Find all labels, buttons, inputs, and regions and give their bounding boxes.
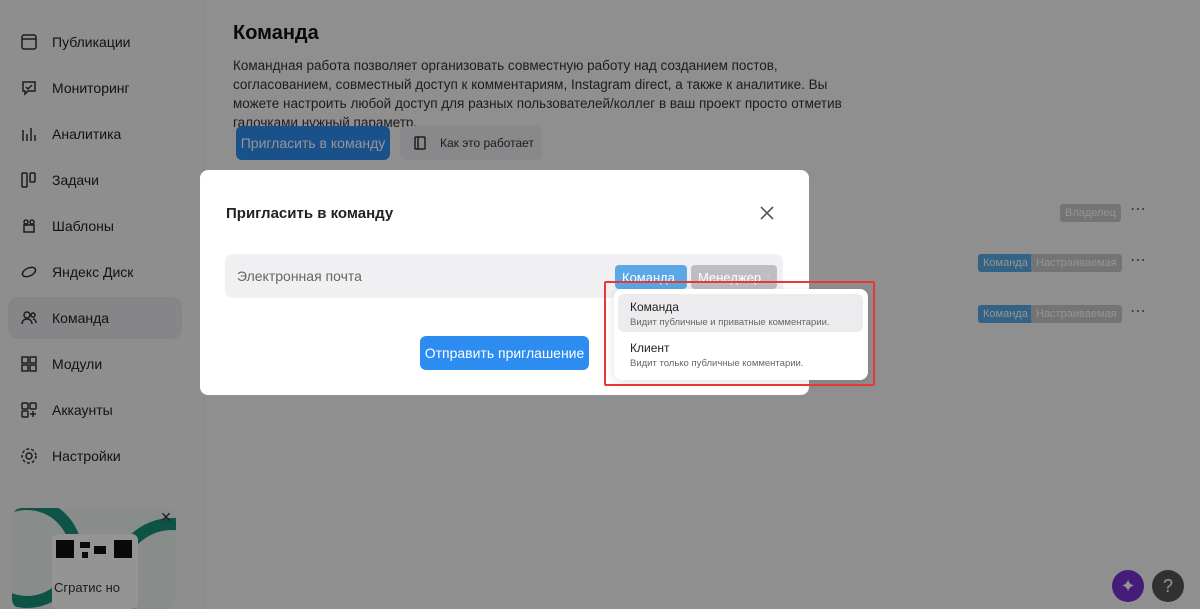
send-invitation-button[interactable]: Отправить приглашение bbox=[420, 336, 589, 370]
highlight-box bbox=[604, 281, 875, 386]
modal-title: Пригласить в команду bbox=[226, 205, 394, 222]
close-icon[interactable] bbox=[758, 204, 776, 222]
